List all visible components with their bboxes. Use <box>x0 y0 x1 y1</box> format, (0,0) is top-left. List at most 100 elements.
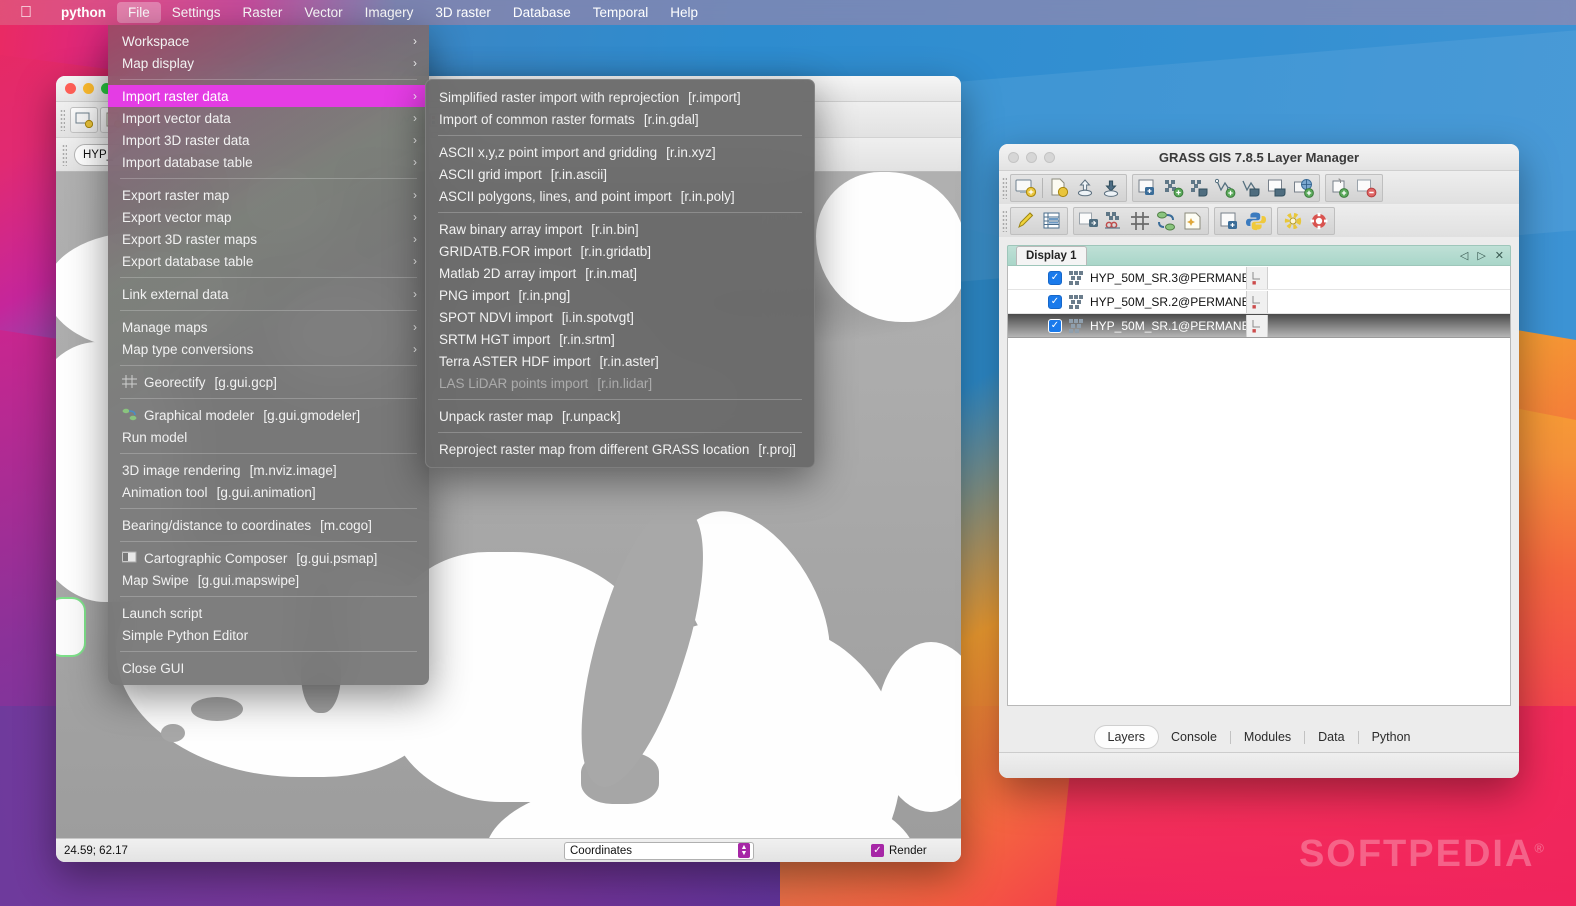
save-workspace-icon[interactable] <box>1072 176 1098 200</box>
layer-opacity-icon[interactable]: ■ <box>1246 314 1268 337</box>
submenu-item-srtm-hgt-import[interactable]: SRTM HGT import [r.in.srtm] <box>426 328 814 350</box>
menubar-item-3d-raster[interactable]: 3D raster <box>424 2 502 23</box>
submenu-item-png-import[interactable]: PNG import [r.in.png] <box>426 284 814 306</box>
add-layer-toolgroup[interactable] <box>1132 173 1320 202</box>
map-status-bar[interactable]: 24.59; 62.17 Coordinates ▲ ▼ ✓ Render <box>56 838 961 862</box>
submenu-item-ascii-polygons-lines-point-import[interactable]: ASCII polygons, lines, and point import [… <box>426 185 814 207</box>
menu-item-georectify[interactable]: Georectify [g.gui.gcp] <box>108 371 429 393</box>
add-group-icon[interactable] <box>1265 176 1291 200</box>
menubar-item-python[interactable]: python <box>50 2 117 23</box>
toolbar-grip-icon[interactable] <box>62 143 67 166</box>
menu-item-3d-image-rendering[interactable]: 3D image rendering [m.nviz.image] <box>108 459 429 481</box>
submenu-item-matlab-2d-array-import[interactable]: Matlab 2D array import [r.in.mat] <box>426 262 814 284</box>
tab-console[interactable]: Console <box>1158 726 1230 748</box>
menu-item-map-type-conversions[interactable]: Map type conversions › <box>108 338 429 360</box>
menu-item-simple-python-editor[interactable]: Simple Python Editor <box>108 624 429 646</box>
python-icon[interactable] <box>1243 209 1269 233</box>
menubar-item-help[interactable]: Help <box>659 2 709 23</box>
close-window-icon[interactable] <box>65 83 76 94</box>
tab-next-icon[interactable]: ▷ <box>1477 249 1485 262</box>
menu-item-import-database-table[interactable]: Import database table › <box>108 151 429 173</box>
table-row[interactable]: ✓ HYP_50M_SR.3@PERMANENT ■ <box>1008 266 1510 290</box>
toolbar-grip-icon[interactable] <box>1002 176 1007 199</box>
submenu-item-raw-binary-array-import[interactable]: Raw binary array import [r.in.bin] <box>426 218 814 240</box>
menubar-item-settings[interactable]: Settings <box>161 2 232 23</box>
menu-item-manage-maps[interactable]: Manage maps › <box>108 316 429 338</box>
help-icon[interactable] <box>1306 209 1332 233</box>
add-raster-icon[interactable] <box>1161 176 1187 200</box>
menu-item-animation-tool[interactable]: Animation tool [g.gui.animation] <box>108 481 429 503</box>
toolbar-grip-icon[interactable] <box>1002 209 1007 232</box>
menu-item-run-model[interactable]: Run model <box>108 426 429 448</box>
menu-item-close-gui[interactable]: Close GUI <box>108 657 429 679</box>
submenu-item-ascii-grid-import[interactable]: ASCII grid import [r.in.ascii] <box>426 163 814 185</box>
layer-manager-toolbar-row1[interactable] <box>999 171 1519 204</box>
menu-item-import-3d-raster-data[interactable]: Import 3D raster data › <box>108 129 429 151</box>
layer-visibility-checkbox[interactable]: ✓ <box>1048 318 1062 333</box>
menubar-item-file[interactable]: File <box>117 2 161 23</box>
add-various-raster-icon[interactable] <box>1187 176 1213 200</box>
tools-toolgroup[interactable] <box>1073 206 1209 235</box>
menubar-item-imagery[interactable]: Imagery <box>354 2 425 23</box>
load-map-layers-icon[interactable] <box>1098 176 1124 200</box>
add-various-vector-icon[interactable] <box>1239 176 1265 200</box>
tab-prev-icon[interactable]: ◁ <box>1460 249 1468 262</box>
render-checkbox[interactable]: ✓ <box>871 844 884 857</box>
edit-toolgroup[interactable] <box>1010 206 1068 235</box>
menubar-item-database[interactable]: Database <box>502 2 582 23</box>
submenu-item-gridatb-for-import[interactable]: GRIDATB.FOR import [r.in.gridatb] <box>426 240 814 262</box>
layer-visibility-checkbox[interactable]: ✓ <box>1048 294 1062 309</box>
layer-manager-window[interactable]: GRASS GIS 7.8.5 Layer Manager Display 1 … <box>999 144 1519 778</box>
macos-menu-bar[interactable]:  python File Settings Raster Vector Ima… <box>0 0 1576 25</box>
menu-item-link-external-data[interactable]: Link external data › <box>108 283 429 305</box>
layer-opacity-icon[interactable]: ■ <box>1246 266 1268 289</box>
display-map-icon[interactable] <box>70 106 98 133</box>
layer-manager-bottom-tabs[interactable]: Layers Console Modules Data Python <box>999 722 1519 752</box>
menu-item-launch-script[interactable]: Launch script <box>108 602 429 624</box>
minimize-window-icon[interactable] <box>83 83 94 94</box>
workspace-toolgroup[interactable] <box>1010 173 1127 202</box>
submenu-item-spot-ndvi-import[interactable]: SPOT NDVI import [i.in.spotvgt] <box>426 306 814 328</box>
raster-digitizer-icon[interactable] <box>1076 209 1102 233</box>
menu-item-cartographic-composer[interactable]: Cartographic Composer [g.gui.psmap] <box>108 547 429 569</box>
menubar-item-temporal[interactable]: Temporal <box>582 2 660 23</box>
layer-tree[interactable]: ✓ HYP_50M_SR.3@PERMANENT ■ ✓ HYP_50M_SR.… <box>1007 266 1511 706</box>
apple-logo-icon[interactable]:  <box>20 4 32 21</box>
settings-gear-icon[interactable] <box>1280 209 1306 233</box>
region-grid-icon[interactable] <box>1128 209 1154 233</box>
add-legend-icon[interactable] <box>1328 176 1354 200</box>
tab-layers[interactable]: Layers <box>1094 726 1159 748</box>
add-multiple-raster-vector-icon[interactable] <box>1135 176 1161 200</box>
menu-item-graphical-modeler[interactable]: Graphical modeler [g.gui.gmodeler] <box>108 404 429 426</box>
tab-python[interactable]: Python <box>1359 726 1424 748</box>
submenu-item-reproject-raster-map[interactable]: Reproject raster map from different GRAS… <box>426 438 814 460</box>
add-vector-icon[interactable] <box>1213 176 1239 200</box>
legend-toolgroup[interactable] <box>1325 173 1383 202</box>
file-menu-dropdown[interactable]: Workspace › Map display › Import raster da… <box>108 25 429 685</box>
menu-item-export-database-table[interactable]: Export database table › <box>108 250 429 272</box>
menu-item-export-3d-raster-maps[interactable]: Export 3D raster maps › <box>108 228 429 250</box>
display-tabstrip[interactable]: Display 1 ◁ ▷ ✕ <box>1007 245 1511 266</box>
table-row[interactable]: ✓ HYP_50M_SR.2@PERMANENT ■ <box>1008 290 1510 314</box>
tab-navigation[interactable]: ◁ ▷ ✕ <box>1460 249 1504 262</box>
menubar-item-raster[interactable]: Raster <box>232 2 294 23</box>
menu-item-export-raster-map[interactable]: Export raster map › <box>108 184 429 206</box>
table-row[interactable]: ✓ HYP_50M_SR.1@PERMANENT ■ <box>1008 314 1510 338</box>
import-raster-submenu[interactable]: Simplified raster import with reprojecti… <box>425 79 815 468</box>
toolbar-grip-icon[interactable] <box>60 108 65 131</box>
cartographic-composer-icon[interactable] <box>1217 209 1243 233</box>
layer-opacity-icon[interactable]: ■ <box>1246 290 1268 313</box>
submenu-item-ascii-xyz-point-import[interactable]: ASCII x,y,z point import and gridding [r.… <box>426 141 814 163</box>
menu-item-import-vector-data[interactable]: Import vector data › <box>108 107 429 129</box>
menubar-item-vector[interactable]: Vector <box>293 2 353 23</box>
display-tab-1[interactable]: Display 1 <box>1016 246 1087 265</box>
open-workspace-icon[interactable] <box>1046 176 1072 200</box>
settings-help-toolgroup[interactable] <box>1277 206 1335 235</box>
layer-manager-toolbar-row2[interactable] <box>999 204 1519 237</box>
remove-layer-icon[interactable] <box>1354 176 1380 200</box>
menu-item-bearing-distance-to-coordinates[interactable]: Bearing/distance to coordinates [m.cogo] <box>108 514 429 536</box>
render-toggle[interactable]: ✓ Render <box>871 844 927 857</box>
tab-data[interactable]: Data <box>1305 726 1357 748</box>
menu-item-map-swipe[interactable]: Map Swipe [g.gui.mapswipe] <box>108 569 429 591</box>
composer-python-toolgroup[interactable] <box>1214 206 1272 235</box>
